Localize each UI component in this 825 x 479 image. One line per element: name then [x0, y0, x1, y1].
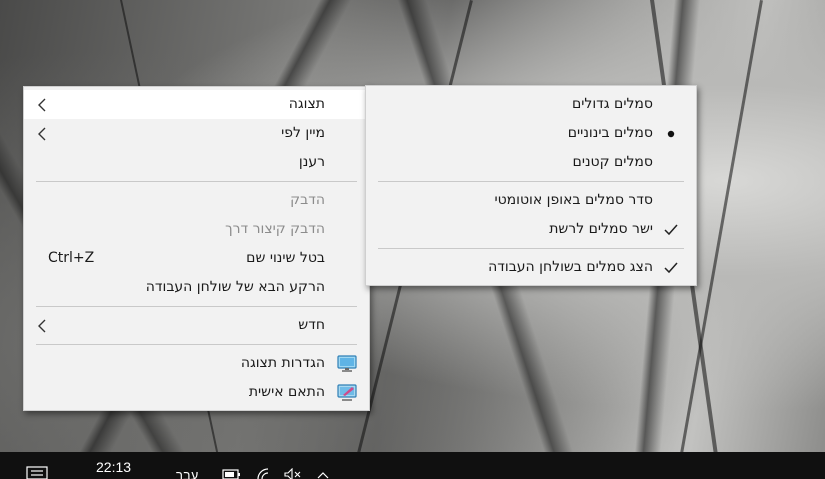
menu-item-sort-by[interactable]: מיין לפי [24, 119, 369, 148]
submenu-item-small-icons[interactable]: סמלים קטנים [366, 148, 696, 177]
menu-item-paste: הדבק [24, 186, 369, 215]
personalize-icon [337, 384, 357, 402]
menu-item-undo-rename[interactable]: בטל שינוי שם Ctrl+Z [24, 244, 369, 273]
menu-item-label: תצוגה [288, 96, 325, 112]
menu-separator [378, 248, 684, 249]
taskbar: 22:13 עבר [0, 452, 825, 479]
submenu-item-label: ישר סמלים לרשת [549, 221, 653, 237]
menu-item-label: רענן [298, 154, 325, 170]
menu-item-next-background[interactable]: הרקע הבא של שולחן העבודה [24, 273, 369, 302]
chevron-left-icon [35, 311, 49, 340]
submenu-item-label: הצג סמלים בשולחן העבודה [488, 259, 653, 275]
menu-separator [36, 181, 357, 182]
submenu-item-label: סמלים קטנים [572, 154, 653, 170]
menu-item-view[interactable]: תצוגה [24, 90, 369, 119]
submenu-item-auto-arrange[interactable]: סדר סמלים באופן אוטומטי [366, 186, 696, 215]
menu-item-label: הדבק [290, 192, 325, 208]
desktop-context-menu: תצוגה מיין לפי רענן הדבק הדבק קיצור דרך … [23, 86, 370, 411]
menu-item-label: חדש [298, 317, 325, 333]
checkmark-icon [662, 253, 680, 282]
submenu-item-label: סמלים גדולים [571, 96, 653, 112]
menu-item-personalize[interactable]: התאם אישית [24, 378, 369, 407]
volume-muted-icon[interactable] [283, 467, 303, 479]
menu-item-shortcut: Ctrl+Z [48, 250, 95, 266]
menu-separator [36, 306, 357, 307]
menu-item-refresh[interactable]: רענן [24, 148, 369, 177]
display-settings-icon [337, 355, 357, 373]
checkmark-icon [662, 215, 680, 244]
menu-item-label: התאם אישית [248, 384, 325, 400]
notification-center-icon[interactable] [26, 466, 48, 479]
menu-item-paste-shortcut: הדבק קיצור דרך [24, 215, 369, 244]
submenu-item-label: סמלים בינוניים [567, 125, 653, 141]
battery-icon[interactable] [222, 468, 242, 479]
menu-item-new[interactable]: חדש [24, 311, 369, 340]
submenu-item-large-icons[interactable]: סמלים גדולים [366, 90, 696, 119]
chevron-left-icon [35, 119, 49, 148]
taskbar-clock[interactable]: 22:13 [96, 459, 131, 475]
input-language-indicator[interactable]: עבר [176, 468, 198, 479]
wifi-icon[interactable] [255, 468, 275, 479]
menu-item-display-settings[interactable]: הגדרות תצוגה [24, 349, 369, 378]
view-submenu: סמלים גדולים סמלים בינוניים סמלים קטנים … [365, 85, 697, 286]
submenu-item-align-to-grid[interactable]: ישר סמלים לרשת [366, 215, 696, 244]
menu-separator [36, 344, 357, 345]
menu-item-label: מיין לפי [281, 125, 325, 141]
chevron-up-icon[interactable] [313, 468, 333, 479]
menu-item-label: הרקע הבא של שולחן העבודה [145, 279, 325, 295]
radio-bullet-icon [662, 119, 680, 148]
menu-item-label: בטל שינוי שם [246, 250, 325, 266]
menu-item-label: הדבק קיצור דרך [225, 221, 325, 237]
submenu-item-label: סדר סמלים באופן אוטומטי [494, 192, 653, 208]
menu-item-label: הגדרות תצוגה [240, 355, 325, 371]
submenu-item-show-desktop-icons[interactable]: הצג סמלים בשולחן העבודה [366, 253, 696, 282]
menu-separator [378, 181, 684, 182]
chevron-left-icon [35, 90, 49, 119]
submenu-item-medium-icons[interactable]: סמלים בינוניים [366, 119, 696, 148]
